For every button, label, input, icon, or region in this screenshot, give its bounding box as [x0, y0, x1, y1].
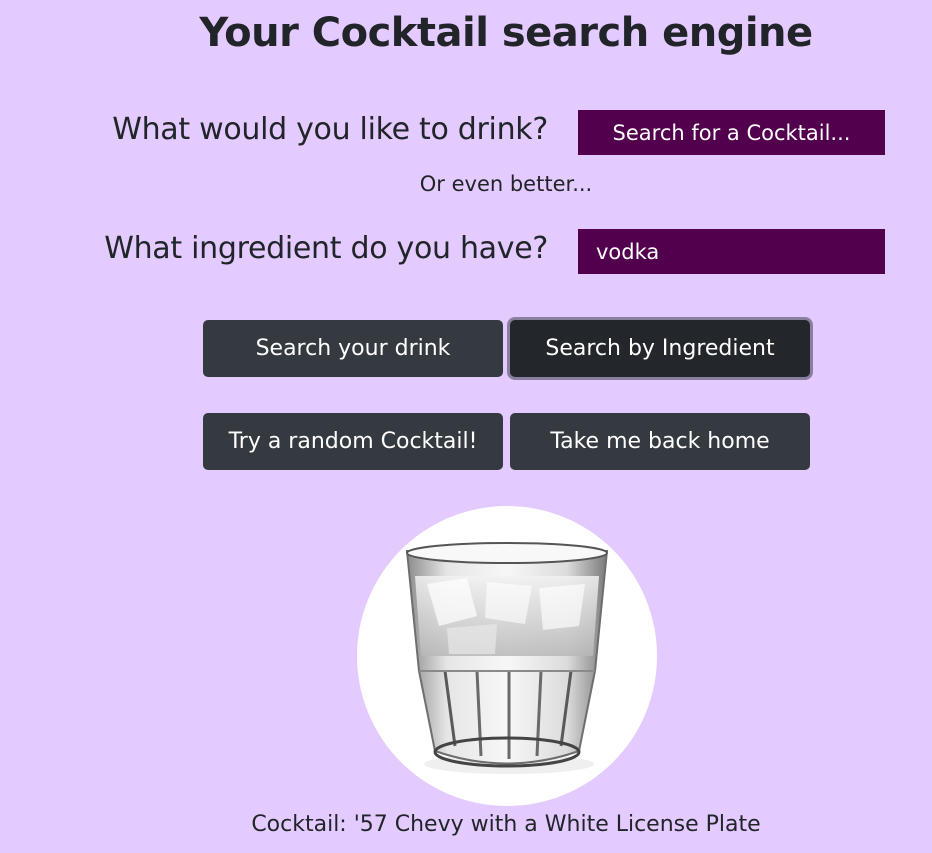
search-drink-button[interactable]: Search your drink	[203, 320, 503, 377]
random-cocktail-button[interactable]: Try a random Cocktail!	[203, 413, 503, 470]
cocktail-image[interactable]	[357, 506, 657, 806]
ingredient-search-input[interactable]	[578, 229, 885, 274]
cocktail-glass-icon	[405, 542, 609, 774]
page-title: Your Cocktail search engine	[199, 10, 813, 56]
home-button[interactable]: Take me back home	[510, 413, 810, 470]
search-by-ingredient-button[interactable]: Search by Ingredient	[510, 320, 810, 377]
cocktail-search-input[interactable]	[578, 110, 885, 155]
drink-question-label: What would you like to drink?	[112, 112, 548, 147]
ingredient-question-label: What ingredient do you have?	[104, 231, 548, 266]
separator-text: Or even better...	[419, 172, 593, 196]
page: Your Cocktail search engine What would y…	[0, 0, 932, 853]
cocktail-caption: Cocktail: '57 Chevy with a White License…	[251, 812, 761, 837]
